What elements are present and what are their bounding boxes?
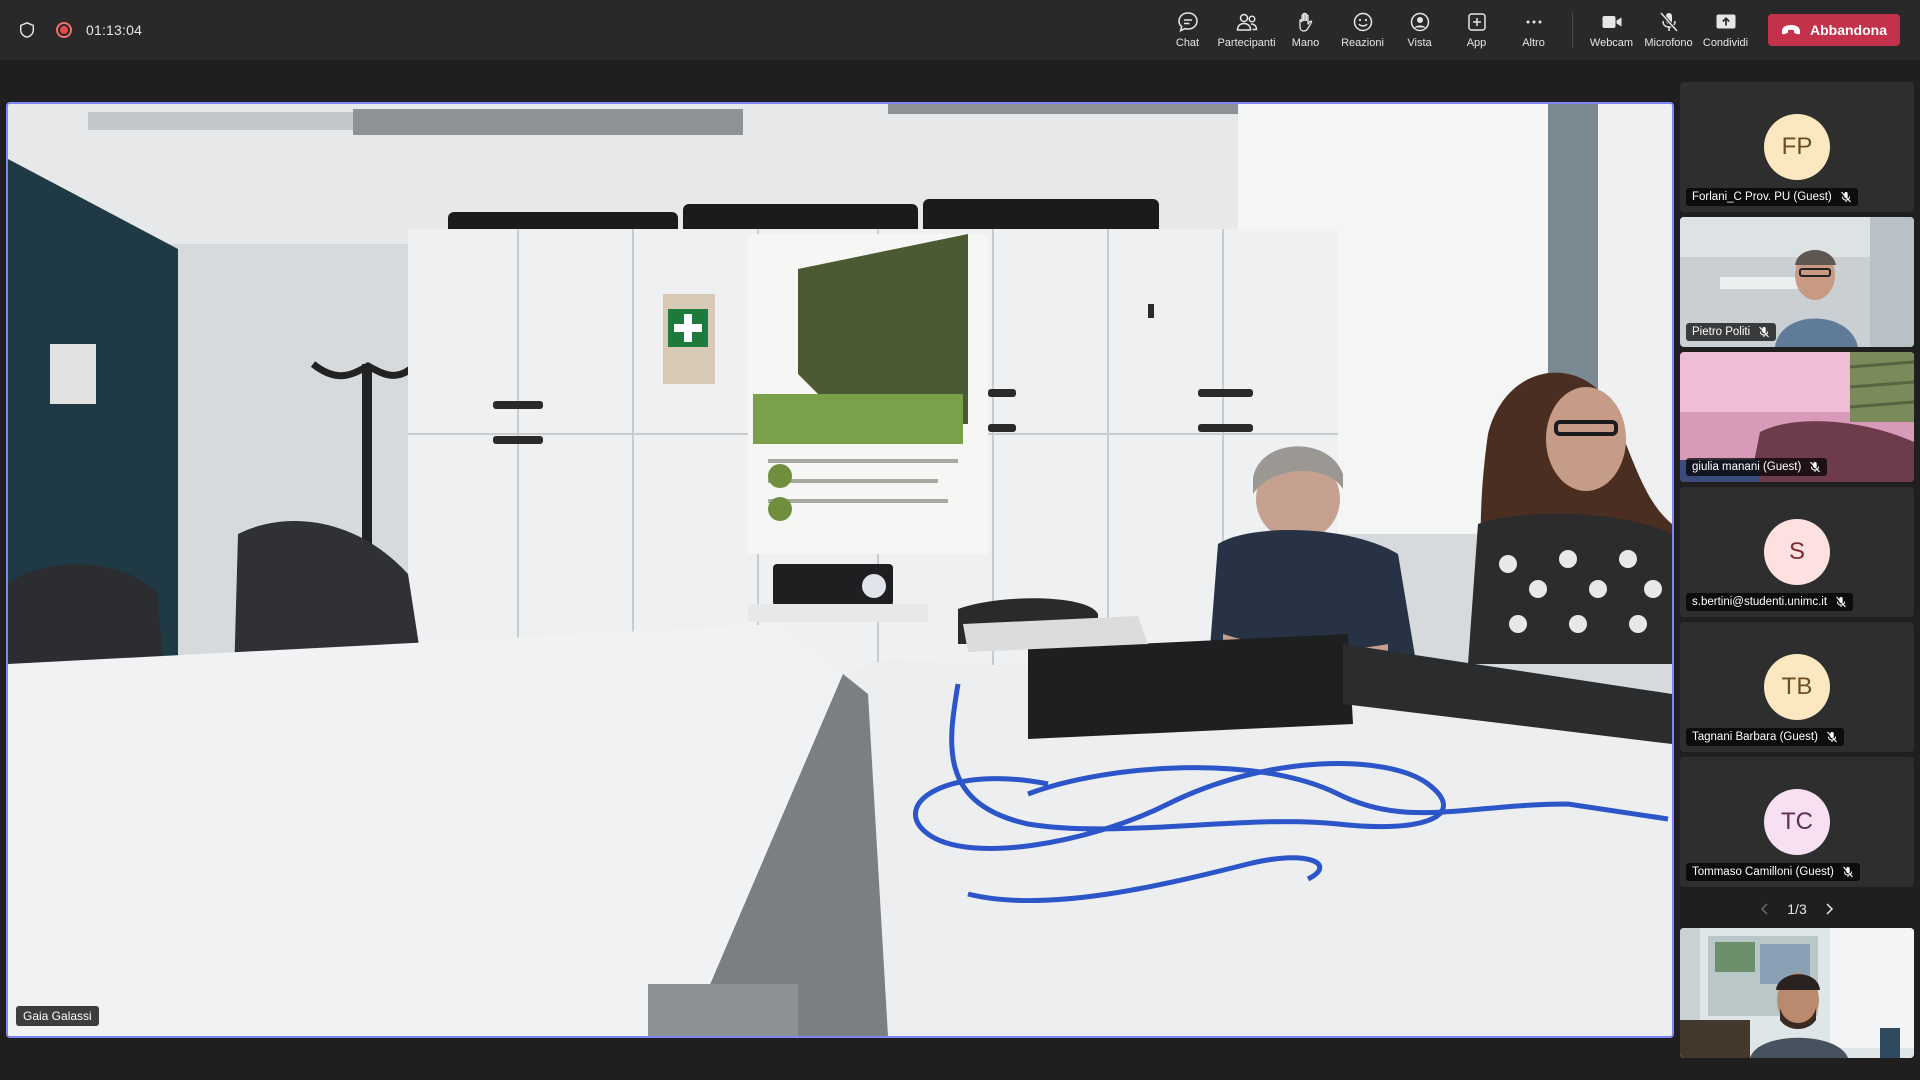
apps-button-label: App [1466,37,1487,49]
raise-hand-icon [1298,12,1312,32]
view-button-label: Vista [1407,37,1432,49]
page-indicator: 1/3 [1787,901,1807,917]
participant-tile[interactable]: giulia manani (Guest) [1680,352,1914,482]
participant-tile[interactable]: TC Tommaso Camilloni (Guest) [1680,757,1914,887]
meeting-room-video [8,104,1672,1036]
toolbar-actions: Chat Partecipanti Mano Reazioni Vista Ap… [1159,0,1900,60]
camera-button[interactable]: Webcam [1584,2,1640,58]
previous-page-button[interactable] [1753,897,1777,921]
leave-button-label: Abbandona [1810,22,1887,38]
mic-off-icon [1810,461,1821,473]
avatar: S [1764,519,1830,585]
participant-name: giulia manani (Guest) [1692,461,1802,473]
main-video-stage[interactable]: Gaia Galassi [6,102,1674,1038]
chevron-right-icon [1826,903,1833,915]
chat-button-label: Chat [1175,37,1200,49]
leave-button[interactable]: Abbandona [1768,14,1900,46]
phone-hangup-icon [1782,25,1800,35]
chat-button[interactable]: Chat [1160,2,1216,58]
view-icon [1410,12,1429,32]
avatar: FP [1764,114,1830,180]
speaker-name-tag: Gaia Galassi [16,1006,99,1026]
share-button[interactable]: Condividi [1698,2,1754,58]
participant-name: s.bertini@studenti.unimc.it [1692,596,1828,608]
more-button[interactable]: Altro [1506,2,1562,58]
mic-off-icon [1759,326,1770,338]
participants-button-label: Partecipanti [1217,37,1276,49]
people-icon [1236,13,1257,31]
mic-off-icon [1836,596,1846,608]
video-camera-icon [1602,16,1621,28]
participant-name-tag: giulia manani (Guest) [1686,458,1828,476]
participant-tile[interactable]: Pietro Politi [1680,217,1914,347]
mic-off-icon [1827,731,1837,743]
participant-name-tag: s.bertini@studenti.unimc.it [1686,593,1854,611]
share-button-label: Condividi [1702,37,1749,49]
mic-off-icon [1842,866,1853,878]
participant-name-tag: Tagnani Barbara (Guest) [1686,728,1844,746]
recording-icon [56,22,72,38]
reactions-button-label: Reazioni [1341,37,1384,49]
mic-button-label: Microfono [1644,37,1693,49]
mic-off-icon [1659,11,1678,33]
plus-square-icon [1467,13,1486,31]
gallery-pagination: 1/3 [1680,892,1914,926]
more-icon [1526,20,1541,24]
mic-button[interactable]: Microfono [1641,2,1697,58]
participant-name-tag: Tommaso Camilloni (Guest) [1686,863,1860,881]
raise-hand-button-label: Mano [1291,37,1320,49]
participant-name: Tommaso Camilloni (Guest) [1692,866,1834,878]
participant-name: Forlani_C Prov. PU (Guest) [1692,191,1832,203]
participant-name: Pietro Politi [1692,326,1751,338]
meeting-info: 01:13:04 [18,0,142,60]
participant-name-tag: Forlani_C Prov. PU (Guest) [1686,188,1858,206]
meeting-timer: 01:13:04 [86,22,143,38]
avatar: TB [1764,654,1830,720]
self-video [1680,928,1914,1058]
participant-name: Tagnani Barbara (Guest) [1692,731,1818,743]
self-video-preview[interactable] [1680,928,1914,1058]
chevron-left-icon [1761,903,1768,915]
participant-name-tag: Pietro Politi [1686,323,1777,341]
next-page-button[interactable] [1817,897,1841,921]
participant-tile[interactable]: FP Forlani_C Prov. PU (Guest) [1680,82,1914,212]
participant-tile[interactable]: S s.bertini@studenti.unimc.it [1680,487,1914,617]
smiley-icon [1353,12,1372,32]
apps-button[interactable]: App [1449,2,1505,58]
chat-icon [1177,12,1198,32]
mic-off-icon [1840,191,1851,203]
participant-tile[interactable]: TB Tagnani Barbara (Guest) [1680,622,1914,752]
share-screen-icon [1716,14,1735,29]
avatar: TC [1764,789,1830,855]
camera-button-label: Webcam [1589,37,1634,49]
meeting-toolbar: 01:13:04 Chat Partecipanti Mano Reazioni… [0,0,1920,60]
raise-hand-button[interactable]: Mano [1278,2,1334,58]
shield-icon[interactable] [18,21,36,39]
participants-button[interactable]: Partecipanti [1217,2,1277,58]
participant-gallery: FP Forlani_C Prov. PU (Guest) Pietro Pol… [1680,82,1914,926]
reactions-button[interactable]: Reazioni [1335,2,1391,58]
more-button-label: Altro [1522,37,1545,49]
view-button[interactable]: Vista [1392,2,1448,58]
toolbar-divider [1572,12,1573,48]
